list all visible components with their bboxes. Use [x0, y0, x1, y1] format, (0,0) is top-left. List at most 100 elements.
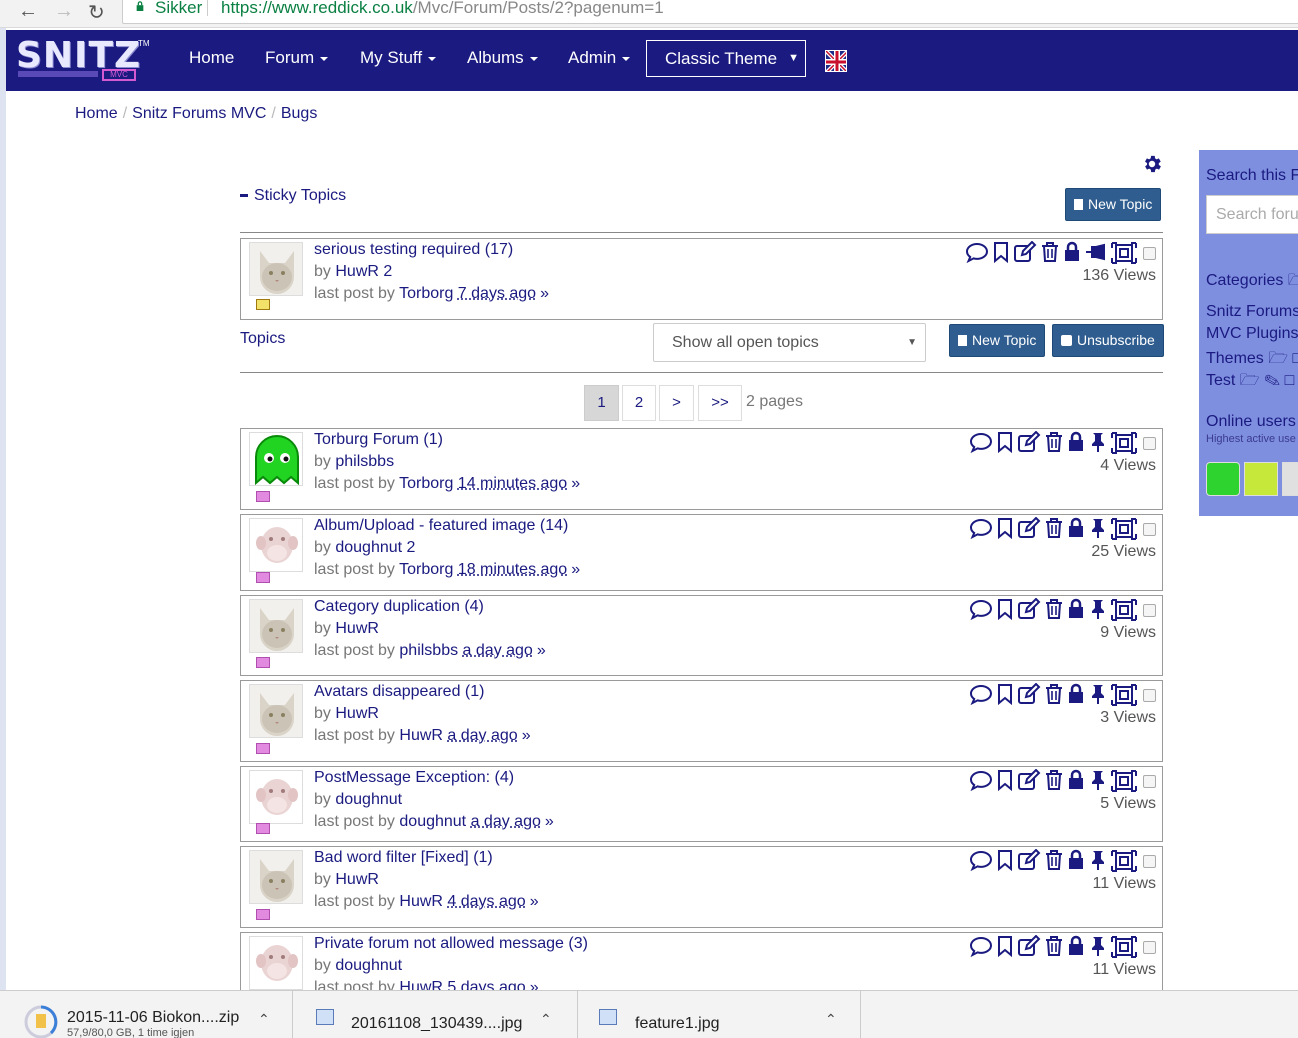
last-post-author-link[interactable]: doughnut — [399, 813, 466, 830]
last-post-author-link[interactable]: Torborg — [399, 475, 453, 492]
edit-icon[interactable] — [1014, 683, 1041, 704]
online-user-avatar[interactable] — [1282, 462, 1298, 496]
reply-icon[interactable] — [966, 935, 993, 957]
unpin-icon[interactable] — [1081, 241, 1108, 261]
trash-icon[interactable] — [1041, 431, 1064, 452]
page-last[interactable]: >> — [698, 385, 742, 421]
lock-icon[interactable] — [1064, 683, 1085, 703]
online-user-avatar[interactable] — [1244, 462, 1278, 496]
move-icon[interactable] — [1108, 598, 1137, 621]
topic-title-link[interactable]: Private forum not allowed message — [314, 935, 564, 952]
snitz-logo[interactable]: SNITZ TM MVC — [16, 35, 150, 83]
nav-forum[interactable]: Forum — [265, 48, 329, 68]
forward-arrow-icon[interactable]: → — [54, 0, 74, 23]
url-field[interactable]: Sikker https://www.reddick.co.uk/Mvc/For… — [122, 0, 1298, 24]
edit-icon[interactable] — [1014, 849, 1041, 870]
chevron-up-icon[interactable]: ⌃ — [540, 1011, 552, 1028]
theme-select[interactable]: Classic Theme ▼ — [646, 40, 806, 77]
breadcrumb-home[interactable]: Home — [75, 105, 118, 122]
select-checkbox[interactable] — [1143, 247, 1156, 260]
topic-title-link[interactable]: Album/Upload - featured image — [314, 517, 535, 534]
sticky-topics-toggle[interactable]: Sticky Topics — [240, 187, 346, 205]
bookmark-icon[interactable] — [993, 431, 1014, 453]
author-link[interactable]: doughnut — [335, 957, 402, 974]
goto-last-post-icon[interactable]: » — [522, 727, 531, 744]
trash-icon[interactable] — [1041, 517, 1064, 538]
move-icon[interactable] — [1108, 769, 1137, 792]
edit-icon[interactable] — [1014, 769, 1041, 790]
reply-icon[interactable] — [966, 683, 993, 705]
author-avatar[interactable] — [249, 432, 303, 486]
select-checkbox[interactable] — [1143, 855, 1156, 868]
select-checkbox[interactable] — [1143, 689, 1156, 702]
author-avatar[interactable] — [249, 936, 303, 990]
nav-my-stuff[interactable]: My Stuff — [360, 48, 437, 68]
chevron-up-icon[interactable]: ⌃ — [258, 1011, 270, 1028]
move-icon[interactable] — [1108, 935, 1137, 958]
last-post-author-link[interactable]: HuwR — [399, 727, 443, 744]
edit-icon[interactable] — [1010, 241, 1037, 262]
download-item[interactable]: 2015-11-06 Biokon....zip 57,9/80,0 GB, 1… — [0, 991, 293, 1038]
author-link[interactable]: philsbbs — [335, 453, 394, 470]
category-link-snitz-forums[interactable]: Snitz Forums — [1206, 303, 1298, 321]
gear-icon[interactable] — [1141, 153, 1163, 175]
select-checkbox[interactable] — [1143, 775, 1156, 788]
select-checkbox[interactable] — [1143, 437, 1156, 450]
lock-icon[interactable] — [1064, 431, 1085, 451]
author-link[interactable]: HuwR — [335, 705, 379, 722]
nav-albums[interactable]: Albums — [467, 48, 538, 68]
trash-icon[interactable] — [1041, 935, 1064, 956]
download-item[interactable]: 20161108_130439....jpg ⌃ — [294, 991, 578, 1038]
bookmark-icon[interactable] — [993, 598, 1014, 620]
edit-icon[interactable] — [1014, 517, 1041, 538]
author-link[interactable]: HuwR 2 — [335, 263, 392, 280]
goto-last-post-icon[interactable]: » — [571, 561, 580, 578]
trash-icon[interactable] — [1041, 769, 1064, 790]
online-user-avatar[interactable] — [1206, 462, 1240, 496]
lock-icon[interactable] — [1064, 935, 1085, 955]
chevron-up-icon[interactable]: ⌃ — [825, 1011, 837, 1028]
reply-icon[interactable] — [966, 598, 993, 620]
lock-icon[interactable] — [1064, 849, 1085, 869]
pin-icon[interactable] — [1085, 598, 1108, 619]
bookmark-icon[interactable] — [993, 517, 1014, 539]
topic-title-link[interactable]: Category duplication — [314, 598, 460, 615]
bookmark-icon[interactable] — [993, 935, 1014, 957]
new-topic-button[interactable]: New Topic — [949, 324, 1046, 357]
lock-icon[interactable] — [1064, 769, 1085, 789]
trash-icon[interactable] — [1041, 849, 1064, 870]
last-post-author-link[interactable]: Torborg — [399, 561, 453, 578]
pin-icon[interactable] — [1085, 683, 1108, 704]
trash-icon[interactable] — [1041, 683, 1064, 704]
reply-icon[interactable] — [966, 849, 993, 871]
breadcrumb-snitz-forums-mvc[interactable]: Snitz Forums MVC — [132, 105, 266, 122]
page-1[interactable]: 1 — [584, 385, 619, 421]
pin-icon[interactable] — [1085, 769, 1108, 790]
goto-last-post-icon[interactable]: » — [537, 642, 546, 659]
author-avatar[interactable] — [249, 850, 303, 904]
last-post-author-link[interactable]: philsbbs — [399, 642, 458, 659]
edit-icon[interactable] — [1014, 935, 1041, 956]
topic-title-link[interactable]: serious testing required — [314, 241, 480, 258]
back-arrow-icon[interactable]: ← — [18, 0, 38, 23]
edit-icon[interactable] — [1014, 431, 1041, 452]
reply-icon[interactable] — [966, 431, 993, 453]
select-checkbox[interactable] — [1143, 941, 1156, 954]
lock-icon[interactable] — [1060, 241, 1081, 261]
author-link[interactable]: HuwR — [335, 620, 379, 637]
trash-icon[interactable] — [1037, 241, 1060, 262]
uk-flag-icon[interactable] — [825, 50, 847, 72]
bookmark-icon[interactable] — [993, 769, 1014, 791]
page-next[interactable]: > — [659, 385, 694, 421]
author-avatar[interactable] — [249, 242, 303, 296]
topic-title-link[interactable]: Avatars disappeared — [314, 683, 460, 700]
goto-last-post-icon[interactable]: » — [540, 285, 549, 302]
move-icon[interactable] — [1108, 849, 1137, 872]
reply-icon[interactable] — [966, 517, 993, 539]
reload-icon[interactable]: ↻ — [88, 0, 105, 25]
pin-icon[interactable] — [1085, 431, 1108, 452]
pin-icon[interactable] — [1085, 849, 1108, 870]
pin-icon[interactable] — [1085, 517, 1108, 538]
category-link-test[interactable]: Test 🗁 ✎ □ — [1206, 369, 1294, 396]
topic-title-link[interactable]: Bad word filter [Fixed] — [314, 849, 469, 866]
